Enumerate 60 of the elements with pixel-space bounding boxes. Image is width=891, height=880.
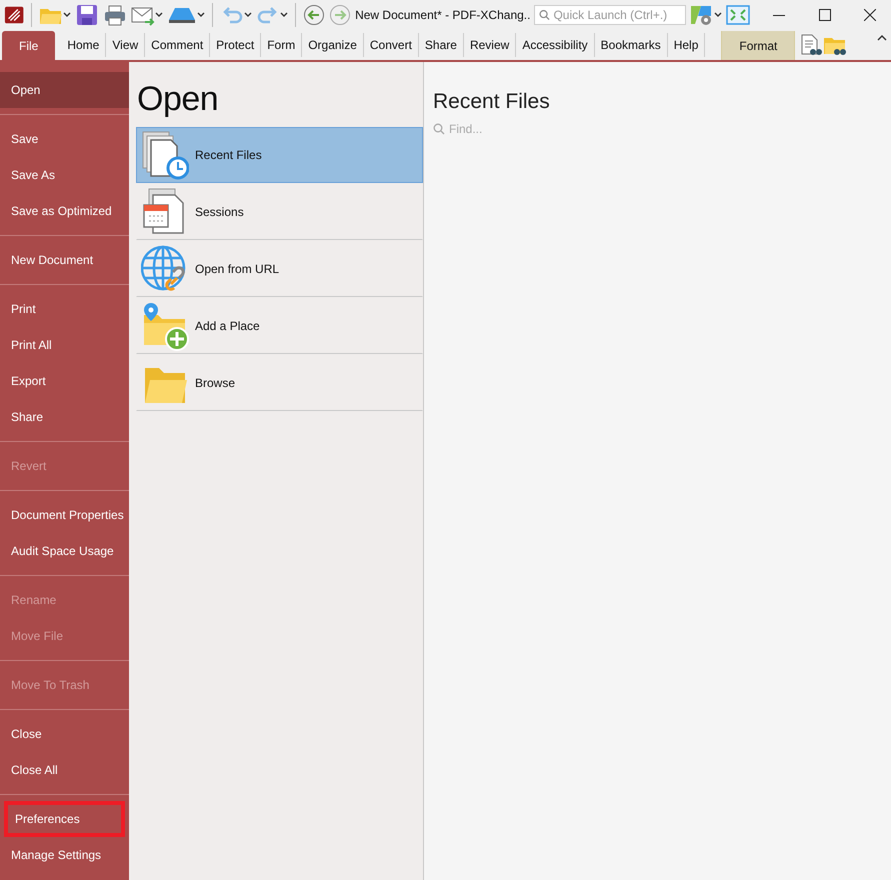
ribbon-tab[interactable]: Organize xyxy=(302,33,364,57)
open-option[interactable]: Browse xyxy=(136,355,423,411)
app-logo-icon xyxy=(4,4,24,26)
minimize-icon xyxy=(773,14,786,16)
menu-item[interactable]: Document Properties xyxy=(0,497,129,533)
back-button[interactable] xyxy=(303,2,326,28)
ribbon-tab[interactable]: Accessibility xyxy=(516,33,595,57)
window-title: New Document* - PDF-XChang.. xyxy=(355,8,530,22)
ribbon-tab[interactable]: Bookmarks xyxy=(594,33,668,57)
maximize-icon xyxy=(818,9,831,21)
caret-icon[interactable] xyxy=(280,12,288,18)
ribbon-tab[interactable]: Form xyxy=(261,33,302,57)
save-button[interactable] xyxy=(75,2,100,28)
ribbon-tab[interactable]: Comment xyxy=(145,33,210,57)
menu-item[interactable]: Open xyxy=(0,72,129,108)
menu-item[interactable]: New Document xyxy=(0,242,129,278)
menu-item[interactable]: Save xyxy=(0,121,129,157)
printer-icon xyxy=(103,4,128,26)
open-option[interactable]: Open from URL xyxy=(136,241,423,297)
menu-item[interactable]: Print xyxy=(0,291,129,327)
caret-icon[interactable] xyxy=(197,12,206,18)
menu-item[interactable]: Close All xyxy=(0,752,129,788)
menu-item[interactable]: Save As xyxy=(0,157,129,193)
menu-item[interactable]: Close xyxy=(0,716,129,752)
caret-icon[interactable] xyxy=(155,12,164,18)
caret-icon[interactable] xyxy=(714,12,722,18)
caret-icon[interactable] xyxy=(244,12,252,18)
menu-item[interactable]: Manage Settings xyxy=(0,837,129,873)
menu-item[interactable]: Save as Optimized xyxy=(0,193,129,229)
caret-icon[interactable] xyxy=(63,12,72,18)
ribbon-tab[interactable]: Protect xyxy=(210,33,262,57)
full-screen-icon xyxy=(726,4,750,26)
close-icon xyxy=(864,9,876,21)
document-binoculars-icon xyxy=(799,34,824,56)
ribbon-tab[interactable]: Convert xyxy=(364,33,419,57)
panel-heading: Open xyxy=(136,79,220,120)
find-document-button[interactable] xyxy=(799,32,824,58)
find-field[interactable]: Find... xyxy=(449,122,649,136)
ribbon-tab[interactable]: View xyxy=(106,33,146,57)
menu-item[interactable]: Print All xyxy=(0,327,129,363)
folder-add-icon xyxy=(141,301,189,351)
clock-document-icon xyxy=(141,130,189,180)
menu-item[interactable]: Audit Space Usage xyxy=(0,533,129,569)
quick-launch-field[interactable]: Quick Launch (Ctrl+.) xyxy=(534,5,686,25)
search-icon xyxy=(539,9,550,21)
section-heading: Recent Files xyxy=(433,90,551,114)
menu-item[interactable]: Preferences xyxy=(4,801,125,837)
open-option[interactable]: Sessions xyxy=(136,184,423,240)
ribbon-tab[interactable]: Format xyxy=(721,31,796,60)
ribbon-tab[interactable]: Home xyxy=(61,33,106,57)
ribbon-tab[interactable]: Help xyxy=(668,33,706,57)
open-option[interactable]: Add a Place xyxy=(136,298,423,354)
ribbon-tab[interactable]: Share xyxy=(418,33,464,57)
caret-icon xyxy=(877,34,887,40)
ribbon-tab[interactable]: File xyxy=(2,31,56,60)
ribbon-tab[interactable]: Review xyxy=(464,33,516,57)
menu-item[interactable]: Share xyxy=(0,399,129,435)
open-option[interactable]: Recent Files xyxy=(136,127,423,183)
search-icon xyxy=(433,123,445,135)
menu-item[interactable]: Export xyxy=(0,363,129,399)
